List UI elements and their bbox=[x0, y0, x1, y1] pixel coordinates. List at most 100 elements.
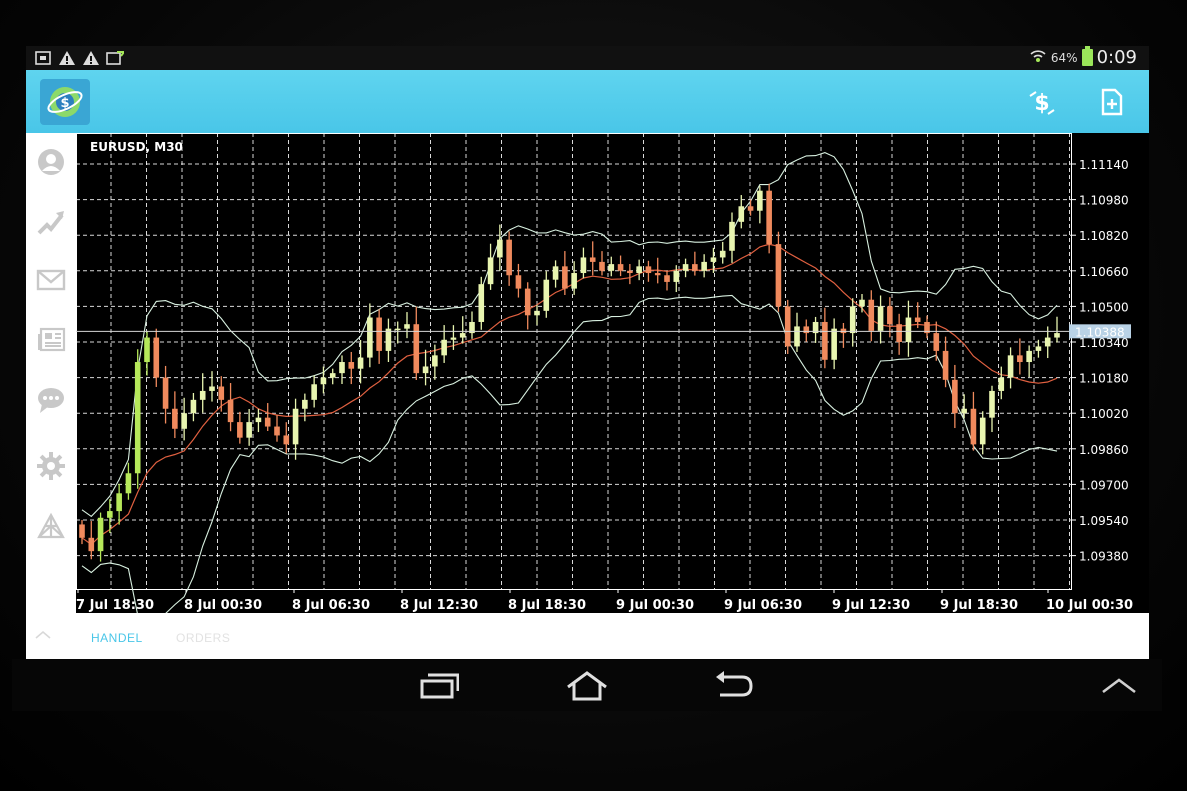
price-tick-label: 1.09700 bbox=[1079, 478, 1129, 492]
candlestick-chart[interactable]: 1.11140 1.10980 1.10820 1.10660 1.10500 1.103… bbox=[76, 133, 1149, 631]
candle-body bbox=[459, 333, 466, 338]
tab-handel[interactable]: HANDEL bbox=[91, 631, 143, 645]
mail-icon bbox=[36, 269, 66, 291]
candle-body bbox=[645, 266, 652, 274]
candle-body bbox=[534, 310, 540, 316]
candle-body bbox=[311, 384, 317, 400]
price-chart[interactable]: 1.11140 1.10980 1.10820 1.10660 1.10500 1.103… bbox=[76, 133, 1149, 631]
candle-body bbox=[952, 379, 958, 414]
nav-mailbox[interactable] bbox=[34, 263, 68, 297]
chart-axes: 1.11140 1.10980 1.10820 1.10660 1.10500 1.103… bbox=[76, 158, 1133, 613]
new-order-button[interactable] bbox=[1096, 86, 1128, 118]
time-axis-label: 9 Jul 12:30 bbox=[832, 598, 910, 613]
candle-body bbox=[497, 239, 503, 258]
candle-series bbox=[79, 183, 1060, 562]
menu-up-button[interactable] bbox=[1097, 669, 1141, 703]
candle-body bbox=[227, 399, 234, 423]
candle-body bbox=[682, 264, 689, 271]
candle-body bbox=[1054, 333, 1060, 338]
price-tick-label: 1.10180 bbox=[1079, 372, 1129, 386]
candle-body bbox=[162, 377, 169, 409]
candle-body bbox=[738, 206, 745, 222]
candle-body bbox=[367, 317, 373, 358]
price-tick-label: 1.10980 bbox=[1079, 194, 1129, 208]
candle-body bbox=[394, 328, 401, 331]
candle-body bbox=[803, 326, 810, 334]
candle-body bbox=[1026, 350, 1032, 363]
candle-body bbox=[515, 275, 522, 289]
candle-body bbox=[589, 257, 596, 262]
price-tick-label: 1.09380 bbox=[1079, 550, 1129, 564]
candle-body bbox=[692, 264, 698, 271]
trade-currency-button[interactable]: $ bbox=[1026, 86, 1058, 118]
nav-community[interactable] bbox=[34, 509, 68, 543]
candle-body bbox=[784, 306, 791, 347]
candle-body bbox=[794, 326, 800, 347]
candle-body bbox=[181, 413, 187, 429]
price-tick-label: 1.11140 bbox=[1079, 158, 1129, 172]
candle-body bbox=[190, 399, 197, 414]
candle-body bbox=[292, 408, 299, 445]
warning-icon bbox=[82, 49, 100, 67]
nav-trade[interactable] bbox=[34, 205, 68, 239]
nav-news[interactable] bbox=[34, 323, 68, 357]
nav-accounts[interactable] bbox=[34, 145, 68, 179]
price-tick-label: 1.10660 bbox=[1079, 265, 1129, 279]
status-bar: 64% 0:09 bbox=[26, 46, 1149, 70]
candle-body bbox=[487, 257, 494, 285]
candle-body bbox=[357, 357, 364, 369]
candle-body bbox=[432, 355, 438, 367]
recent-apps-button[interactable] bbox=[417, 669, 461, 703]
candle-body bbox=[209, 386, 215, 391]
chat-icon bbox=[38, 388, 64, 413]
svg-text:$: $ bbox=[1034, 91, 1049, 116]
candle-body bbox=[822, 321, 828, 360]
nav-chat[interactable] bbox=[34, 383, 68, 417]
candle-body bbox=[868, 299, 875, 331]
candle-body bbox=[905, 317, 912, 342]
candle-body bbox=[404, 324, 410, 329]
candle-body bbox=[422, 366, 429, 374]
time-axis-label: 10 Jul 00:30 bbox=[1046, 598, 1133, 613]
candle-body bbox=[571, 273, 577, 289]
price-tick-label: 1.10820 bbox=[1079, 229, 1129, 243]
candle-body bbox=[116, 493, 122, 512]
candle-body bbox=[134, 362, 141, 474]
chart-indicator-lines bbox=[81, 152, 1058, 631]
candle-body bbox=[627, 270, 633, 274]
gear-icon bbox=[37, 452, 65, 480]
candle-body bbox=[989, 390, 995, 418]
candle-body bbox=[914, 317, 921, 322]
time-axis-label: 8 Jul 18:30 bbox=[508, 598, 586, 613]
network-icon bbox=[37, 512, 65, 539]
back-button[interactable] bbox=[712, 669, 756, 703]
candle-body bbox=[246, 422, 252, 438]
candle-body bbox=[562, 266, 568, 289]
time-axis-label: 9 Jul 00:30 bbox=[616, 598, 694, 613]
candle-body bbox=[766, 190, 772, 245]
candle-body bbox=[441, 339, 447, 356]
home-icon bbox=[567, 671, 607, 701]
candle-body bbox=[79, 524, 85, 538]
candle-body bbox=[478, 284, 485, 322]
candle-body bbox=[543, 279, 550, 311]
candle-body bbox=[933, 333, 940, 351]
home-button[interactable] bbox=[565, 669, 609, 703]
candle-body bbox=[775, 244, 782, 307]
back-icon bbox=[716, 671, 753, 697]
candle-body bbox=[998, 377, 1005, 391]
battery-icon bbox=[1081, 46, 1093, 66]
trend-arrow-icon bbox=[37, 211, 64, 235]
candle-body bbox=[719, 250, 726, 258]
candle-body bbox=[237, 422, 243, 438]
metatrader-logo-icon[interactable]: $ bbox=[40, 79, 90, 125]
candle-body bbox=[348, 362, 355, 369]
candle-body bbox=[376, 317, 382, 351]
candle-body bbox=[729, 221, 735, 251]
candle-body bbox=[961, 408, 967, 414]
nav-settings[interactable] bbox=[34, 449, 68, 483]
chevron-up-icon[interactable] bbox=[34, 627, 52, 641]
tab-orders[interactable]: ORDERS bbox=[176, 631, 230, 645]
candle-body bbox=[274, 426, 280, 436]
candle-body bbox=[552, 266, 559, 280]
